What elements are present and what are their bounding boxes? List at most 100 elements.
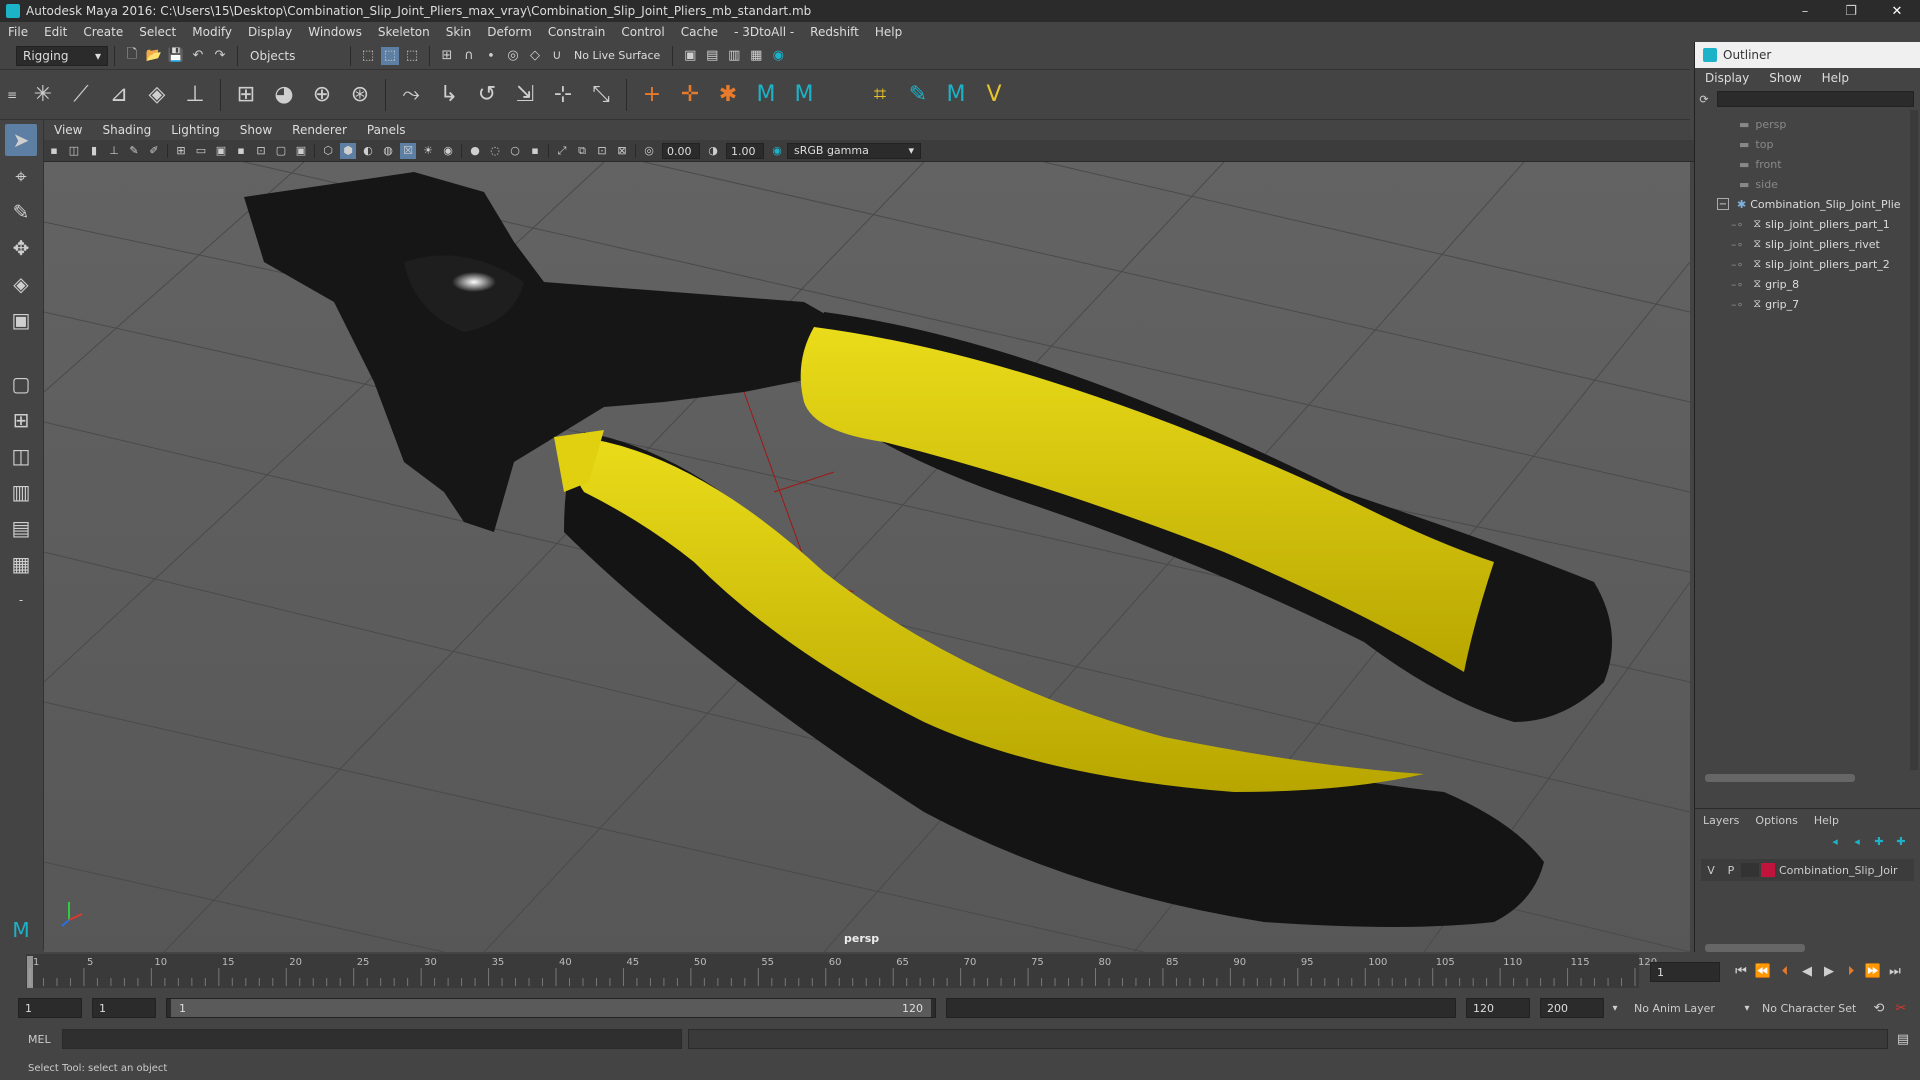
animation-preferences-icon[interactable]: ✂ (1892, 999, 1910, 1017)
textured-icon[interactable]: ◍ (380, 143, 396, 159)
image-plane-icon[interactable]: ⊥ (106, 143, 122, 159)
character-set-dropdown[interactable]: No Character Set (1758, 1002, 1868, 1015)
range-slider[interactable]: 1 120 (166, 998, 936, 1018)
step-forward-icon[interactable]: ⏩ (1864, 962, 1882, 980)
menu-windows[interactable]: Windows (300, 25, 370, 39)
orient-constraint-icon[interactable]: ↺ (471, 79, 503, 111)
mel-label[interactable]: MEL (0, 1033, 56, 1046)
paint-weights-icon[interactable]: ◕ (268, 79, 300, 111)
hypershade-persp-icon[interactable]: ▦ (5, 548, 37, 580)
outliner-menu-help[interactable]: Help (1812, 71, 1859, 85)
new-layer-selected-icon[interactable]: ✚ (1892, 832, 1910, 850)
outliner-item-part2[interactable]: –∘ ⧖ slip_joint_pliers_part_2 (1731, 254, 1890, 274)
step-forward-key-icon[interactable]: ⏵ (1842, 962, 1860, 980)
side-by-side-icon[interactable]: ◫ (5, 440, 37, 472)
menu-cache[interactable]: Cache (673, 25, 726, 39)
layers-scrollbar[interactable] (1705, 944, 1805, 952)
menu-create[interactable]: Create (75, 25, 131, 39)
snap-curve-icon[interactable]: ∩ (460, 47, 478, 65)
aim-constraint-icon[interactable]: ⊹ (547, 79, 579, 111)
outliner-item-persp[interactable]: ▬ persp (1739, 114, 1786, 134)
motion-blur-icon[interactable]: ● (467, 143, 483, 159)
insert-joint-icon[interactable]: ◈ (141, 79, 173, 111)
chevron-down-icon[interactable]: ▾ (1738, 999, 1756, 1017)
save-scene-icon[interactable]: 💾 (167, 47, 185, 65)
menu-deform[interactable]: Deform (479, 25, 540, 39)
panel-menu-lighting[interactable]: Lighting (161, 123, 230, 137)
skin-tool-icon[interactable]: ⌗ (864, 79, 896, 111)
view-transform-dropdown[interactable]: sRGB gamma ▾ (787, 142, 921, 159)
menu-select[interactable]: Select (131, 25, 184, 39)
camera-select-icon[interactable]: ▪ (46, 143, 62, 159)
mirror-joint-icon[interactable]: ⊥ (179, 79, 211, 111)
v-tool-icon[interactable]: V (978, 79, 1010, 111)
xray-active-icon[interactable]: ⊠ (614, 143, 630, 159)
menu-modify[interactable]: Modify (184, 25, 240, 39)
locator-joint-icon[interactable]: ✛ (674, 79, 706, 111)
grid-toggle-icon[interactable]: ⊞ (173, 143, 189, 159)
refresh-icon[interactable]: ⟳ (1697, 90, 1711, 108)
parent-constraint-icon[interactable]: ⤳ (395, 79, 427, 111)
menu-file[interactable]: File (0, 25, 36, 39)
move-tool-icon[interactable]: ✥ (5, 232, 37, 264)
panel-menu-show[interactable]: Show (230, 123, 282, 137)
color-management-icon[interactable]: ◉ (769, 143, 785, 159)
panel-menu-renderer[interactable]: Renderer (282, 123, 357, 137)
anim-layer-dropdown[interactable]: No Anim Layer (1626, 1002, 1736, 1015)
go-to-start-icon[interactable]: ⏮ (1732, 962, 1750, 980)
time-slider[interactable]: 1 5 10 15 20 25 30 35 40 45 50 55 60 65 70 75 80 85 90 95 10… (0, 952, 1920, 992)
use-all-lights-icon[interactable]: ☒ (400, 142, 416, 159)
cluster-icon[interactable]: ⊛ (344, 79, 376, 111)
exposure-field[interactable]: 0.00 (662, 142, 700, 159)
rotate-tool-icon[interactable]: ◈ (5, 268, 37, 300)
play-backward-icon[interactable]: ◀ (1798, 962, 1816, 980)
snap-point-icon[interactable]: ∙ (482, 47, 500, 65)
outliner-menu-display[interactable]: Display (1695, 71, 1759, 85)
open-scene-icon[interactable]: 📂 (145, 47, 163, 65)
snap-grid-icon[interactable]: ⊞ (438, 47, 456, 65)
outliner-search-input[interactable] (1717, 91, 1914, 107)
gate-mask-icon[interactable]: ▪ (233, 143, 249, 159)
hud-icon[interactable]: ▪ (527, 143, 543, 159)
panel-menu-view[interactable]: View (44, 123, 92, 137)
menu-redshift[interactable]: Redshift (802, 25, 867, 39)
minimize-button[interactable]: – (1782, 0, 1828, 22)
select-hierarchy-icon[interactable]: ⬚ (359, 47, 377, 65)
live-surface-label[interactable]: No Live Surface (568, 49, 666, 62)
current-frame-field[interactable]: 1 (1650, 962, 1720, 982)
layers-menu-help[interactable]: Help (1806, 814, 1847, 827)
outliner-menu-show[interactable]: Show (1759, 71, 1811, 85)
resolution-gate-icon[interactable]: ▣ (213, 143, 229, 159)
layer-visibility-toggle[interactable]: V (1701, 864, 1721, 877)
layer-playback-toggle[interactable]: P (1721, 864, 1741, 877)
four-view-icon[interactable]: ⊞ (5, 404, 37, 436)
multisample-icon[interactable]: ◌ (487, 143, 503, 159)
outliner-persp-icon[interactable]: ▥ (5, 476, 37, 508)
layouts-more-icon[interactable]: - (5, 584, 37, 616)
restore-button[interactable]: ❐ (1828, 0, 1874, 22)
menu-control[interactable]: Control (613, 25, 672, 39)
select-object-icon[interactable]: ⬚ (381, 46, 399, 65)
current-time-marker[interactable] (27, 956, 33, 988)
safe-title-icon[interactable]: ▣ (293, 143, 309, 159)
blank-shelf-icon[interactable] (826, 79, 858, 111)
grease-pencil-icon[interactable]: ✎ (126, 143, 142, 159)
shelf-options-icon[interactable]: ≡ (3, 79, 21, 111)
maya-tool-c-icon[interactable]: M (940, 79, 972, 111)
paint-select-icon[interactable]: ✎ (5, 196, 37, 228)
selection-mode-dropdown[interactable]: Objects (244, 45, 344, 66)
menu-constrain[interactable]: Constrain (540, 25, 614, 39)
safe-action-icon[interactable]: ▢ (273, 143, 289, 159)
menu-3dtoall[interactable]: - 3DtoAll - (726, 25, 802, 39)
menu-display[interactable]: Display (240, 25, 300, 39)
bind-skin-icon[interactable]: ⊞ (230, 79, 262, 111)
mel-input[interactable] (62, 1029, 682, 1049)
layer-color-swatch[interactable] (1761, 863, 1775, 877)
select-tool-icon[interactable]: ➤ (5, 124, 37, 156)
isolate-select-icon[interactable]: ⤢ (554, 143, 570, 159)
layer-row[interactable]: V P Combination_Slip_Joir (1701, 859, 1914, 881)
outliner-item-front[interactable]: ▬ front (1739, 154, 1782, 174)
outliner-item-group[interactable]: − ✱ Combination_Slip_Joint_Plie (1717, 194, 1901, 214)
outliner-item-grip8[interactable]: –∘ ⧖ grip_8 (1731, 274, 1799, 294)
bookmark-icon[interactable]: ▮ (86, 143, 102, 159)
